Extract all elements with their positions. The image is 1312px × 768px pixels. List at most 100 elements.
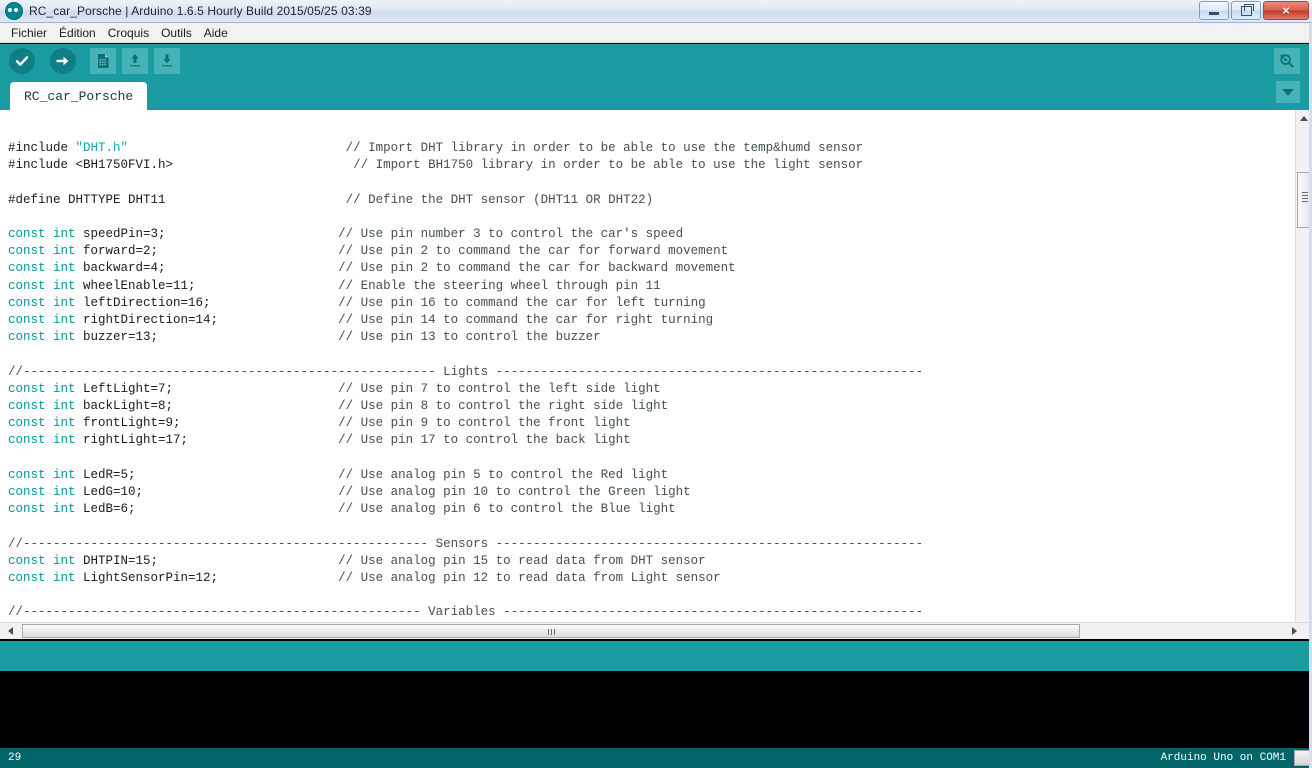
save-sketch-button[interactable] [154, 48, 180, 74]
code-token-pre: frontLight=9; [75, 416, 181, 431]
verify-button[interactable] [9, 48, 35, 74]
close-button[interactable]: × [1263, 1, 1309, 20]
check-icon [15, 56, 29, 66]
menu-item-edition[interactable]: Édition [53, 25, 102, 41]
code-line: //--------------------------------------… [8, 604, 923, 621]
chevron-down-icon [1282, 88, 1294, 96]
menu-item-outils[interactable]: Outils [155, 25, 198, 41]
code-token-pre [218, 571, 338, 585]
code-token-cm: // Import DHT library in order to be abl… [345, 141, 864, 155]
menu-item-aide[interactable]: Aide [198, 25, 234, 41]
scroll-left-button[interactable] [2, 623, 18, 639]
code-token-pre: speedPin=3; [75, 227, 166, 242]
code-line: #define DHTTYPE DHT11 // Define the DHT … [8, 192, 923, 209]
code-token-pre [158, 244, 338, 258]
code-token-kw: const int [8, 278, 76, 293]
window-controls: × [1199, 1, 1309, 20]
resize-grip-icon[interactable] [1294, 750, 1310, 766]
tab-label: RC_car_Porsche [24, 88, 134, 104]
code-token-pre: LedG=10; [75, 485, 144, 500]
code-token-pre [158, 554, 338, 568]
code-token-kw: const int [8, 433, 76, 448]
code-token-pre: #include <BH1750FVI.h> [8, 158, 174, 173]
code-token-cm: //--------------------------------------… [8, 605, 924, 620]
horizontal-scroll-thumb[interactable] [22, 624, 1080, 638]
code-token-pre [173, 399, 338, 413]
scroll-thumb-grip-icon [551, 629, 552, 635]
code-token-cm: // Use pin 16 to command the car for lef… [338, 295, 706, 310]
code-token-cm: // Use analog pin 5 to control the Red l… [338, 467, 669, 482]
code-line: const int wheelEnable=11; // Enable the … [8, 278, 923, 295]
code-token-pre: LightSensorPin=12; [75, 571, 219, 586]
triangle-left-icon [7, 627, 13, 635]
code-token-kw: const int [8, 295, 76, 310]
code-token-cm: // Use pin 9 to control the front light [338, 416, 631, 431]
code-token-pre [196, 279, 339, 293]
code-token-kw: const int [8, 571, 76, 586]
menu-item-croquis[interactable]: Croquis [102, 25, 155, 41]
code-line: const int speedPin=3; // Use pin number … [8, 226, 923, 243]
save-icon [162, 54, 172, 67]
code-token-pre [188, 433, 338, 447]
code-token-cm: // Enable the steering wheel through pin… [338, 278, 661, 293]
code-token-kw: const int [8, 485, 76, 500]
code-token-cm: // Import BH1750 library in order to be … [353, 158, 864, 173]
minimize-button[interactable] [1199, 1, 1229, 20]
code-token-kw: const int [8, 381, 76, 396]
code-token-pre [128, 141, 346, 155]
code-token-pre: backLight=8; [75, 399, 174, 414]
code-token-cm: // Use analog pin 15 to read data from D… [338, 553, 706, 568]
menu-item-fichier[interactable]: Fichier [5, 25, 53, 41]
code-token-pre [173, 158, 353, 172]
code-token-kw: const int [8, 244, 76, 259]
code-line: #include "DHT.h" // Import DHT library i… [8, 140, 923, 157]
code-line: #include <BH1750FVI.h> // Import BH1750 … [8, 157, 923, 174]
code-token-pre [181, 416, 339, 430]
code-line: const int LedR=5; // Use analog pin 5 to… [8, 467, 923, 484]
code-token-pre [166, 261, 339, 275]
code-token-cm: // Use pin 8 to control the right side l… [338, 399, 669, 414]
code-token-cm: // Use analog pin 6 to control the Blue … [338, 502, 676, 517]
code-line: //--------------------------------------… [8, 364, 923, 381]
serial-monitor-button[interactable] [1274, 48, 1300, 74]
console-output[interactable] [0, 671, 1312, 748]
code-token-pre: LedB=6; [75, 502, 136, 517]
code-token-cm: // Use pin 2 to command the car for back… [338, 261, 736, 276]
code-token-pre [211, 296, 339, 310]
window-title-bar: RC_car_Porsche | Arduino 1.6.5 Hourly Bu… [0, 0, 1312, 23]
code-line: const int backward=4; // Use pin 2 to co… [8, 260, 923, 277]
sketch-tab-rc-car-porsche[interactable]: RC_car_Porsche [10, 82, 148, 110]
scroll-right-button[interactable] [1286, 623, 1302, 639]
editor-horizontal-scrollbar[interactable] [0, 622, 1312, 639]
code-token-pre: #include [8, 141, 76, 155]
code-line: const int rightLight=17; // Use pin 17 t… [8, 432, 923, 449]
code-token-pre: rightDirection=14; [75, 313, 219, 328]
code-token-cm: // Use pin 14 to command the car for rig… [338, 313, 714, 328]
code-token-kw: const int [8, 416, 76, 431]
code-token-cm: //--------------------------------------… [8, 364, 924, 379]
code-text[interactable]: #include "DHT.h" // Import DHT library i… [0, 110, 923, 622]
new-sketch-button[interactable] [90, 48, 116, 74]
tab-menu-button[interactable] [1276, 81, 1300, 103]
code-token-kw: const int [8, 313, 76, 328]
code-token-kw: const int [8, 553, 76, 568]
code-editor[interactable]: #include "DHT.h" // Import DHT library i… [0, 110, 1312, 636]
upload-button[interactable] [50, 48, 76, 74]
close-icon: × [1282, 3, 1290, 18]
open-sketch-button[interactable] [122, 48, 148, 74]
code-line: const int forward=2; // Use pin 2 to com… [8, 243, 923, 260]
maximize-button[interactable] [1231, 1, 1261, 20]
main-toolbar [0, 44, 1312, 78]
code-line: const int backLight=8; // Use pin 8 to c… [8, 398, 923, 415]
compile-status-strip [0, 641, 1312, 671]
code-token-kw: const int [8, 261, 76, 276]
triangle-up-icon [1300, 115, 1308, 121]
code-token-pre [166, 227, 339, 241]
code-token-pre [136, 502, 339, 516]
code-token-pre: LeftLight=7; [75, 381, 174, 396]
open-folder-icon [130, 54, 140, 67]
